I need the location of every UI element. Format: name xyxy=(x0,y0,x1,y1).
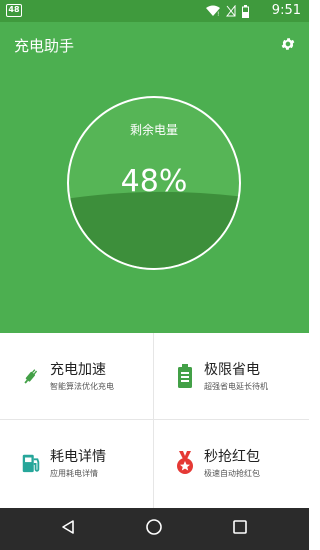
battery-icon xyxy=(174,363,196,389)
settings-button[interactable] xyxy=(277,35,299,57)
feature-subtitle: 应用耗电详情 xyxy=(50,469,98,478)
status-bar: 48 ! 9:51 xyxy=(0,0,309,22)
clock: 9:51 xyxy=(271,3,301,18)
feature-subtitle: 智能算法优化充电 xyxy=(50,382,114,391)
feature-title: 耗电详情 xyxy=(50,449,106,465)
battery-percent: 48% xyxy=(120,164,188,199)
feature-subtitle: 极速自动抢红包 xyxy=(204,469,260,478)
plug-icon xyxy=(20,363,42,389)
medal-icon xyxy=(174,450,196,476)
recent-square-icon xyxy=(232,519,248,539)
home-button[interactable] xyxy=(142,517,166,541)
feature-title: 秒抢红包 xyxy=(204,449,260,465)
home-circle-icon xyxy=(145,518,163,540)
svg-text:!: ! xyxy=(217,11,219,17)
fuel-pump-icon xyxy=(20,450,42,476)
feature-red-packet[interactable]: 秒抢红包 极速自动抢红包 xyxy=(154,420,309,508)
app-title: 充电助手 xyxy=(14,37,75,55)
battery-label: 剩余电量 xyxy=(129,123,178,137)
battery-panel: 剩余电量 48% xyxy=(0,70,309,333)
feature-power-saving[interactable]: 极限省电 超强省电延长待机 xyxy=(154,333,309,420)
no-signal-icon xyxy=(226,5,236,17)
status-icons: ! xyxy=(206,4,249,18)
gear-icon xyxy=(280,36,296,56)
feature-power-details[interactable]: 耗电详情 应用耗电详情 xyxy=(0,420,154,508)
feature-charge-boost[interactable]: 充电加速 智能算法优化充电 xyxy=(0,333,154,420)
system-nav-bar xyxy=(0,508,309,550)
battery-gauge: 剩余电量 48% xyxy=(67,96,241,270)
feature-grid: 充电加速 智能算法优化充电 极限省电 超强省电延长待机 耗电详情 应用耗电详情 … xyxy=(0,333,309,508)
notification-badge: 48 xyxy=(6,4,22,17)
back-button[interactable] xyxy=(56,517,80,541)
battery-status-icon xyxy=(242,4,249,18)
feature-subtitle: 超强省电延长待机 xyxy=(204,382,268,391)
feature-title: 充电加速 xyxy=(50,362,106,378)
recent-apps-button[interactable] xyxy=(228,517,252,541)
wifi-icon: ! xyxy=(206,5,220,17)
back-triangle-icon xyxy=(60,519,76,539)
app-bar: 充电助手 xyxy=(0,22,309,70)
feature-title: 极限省电 xyxy=(204,362,260,378)
